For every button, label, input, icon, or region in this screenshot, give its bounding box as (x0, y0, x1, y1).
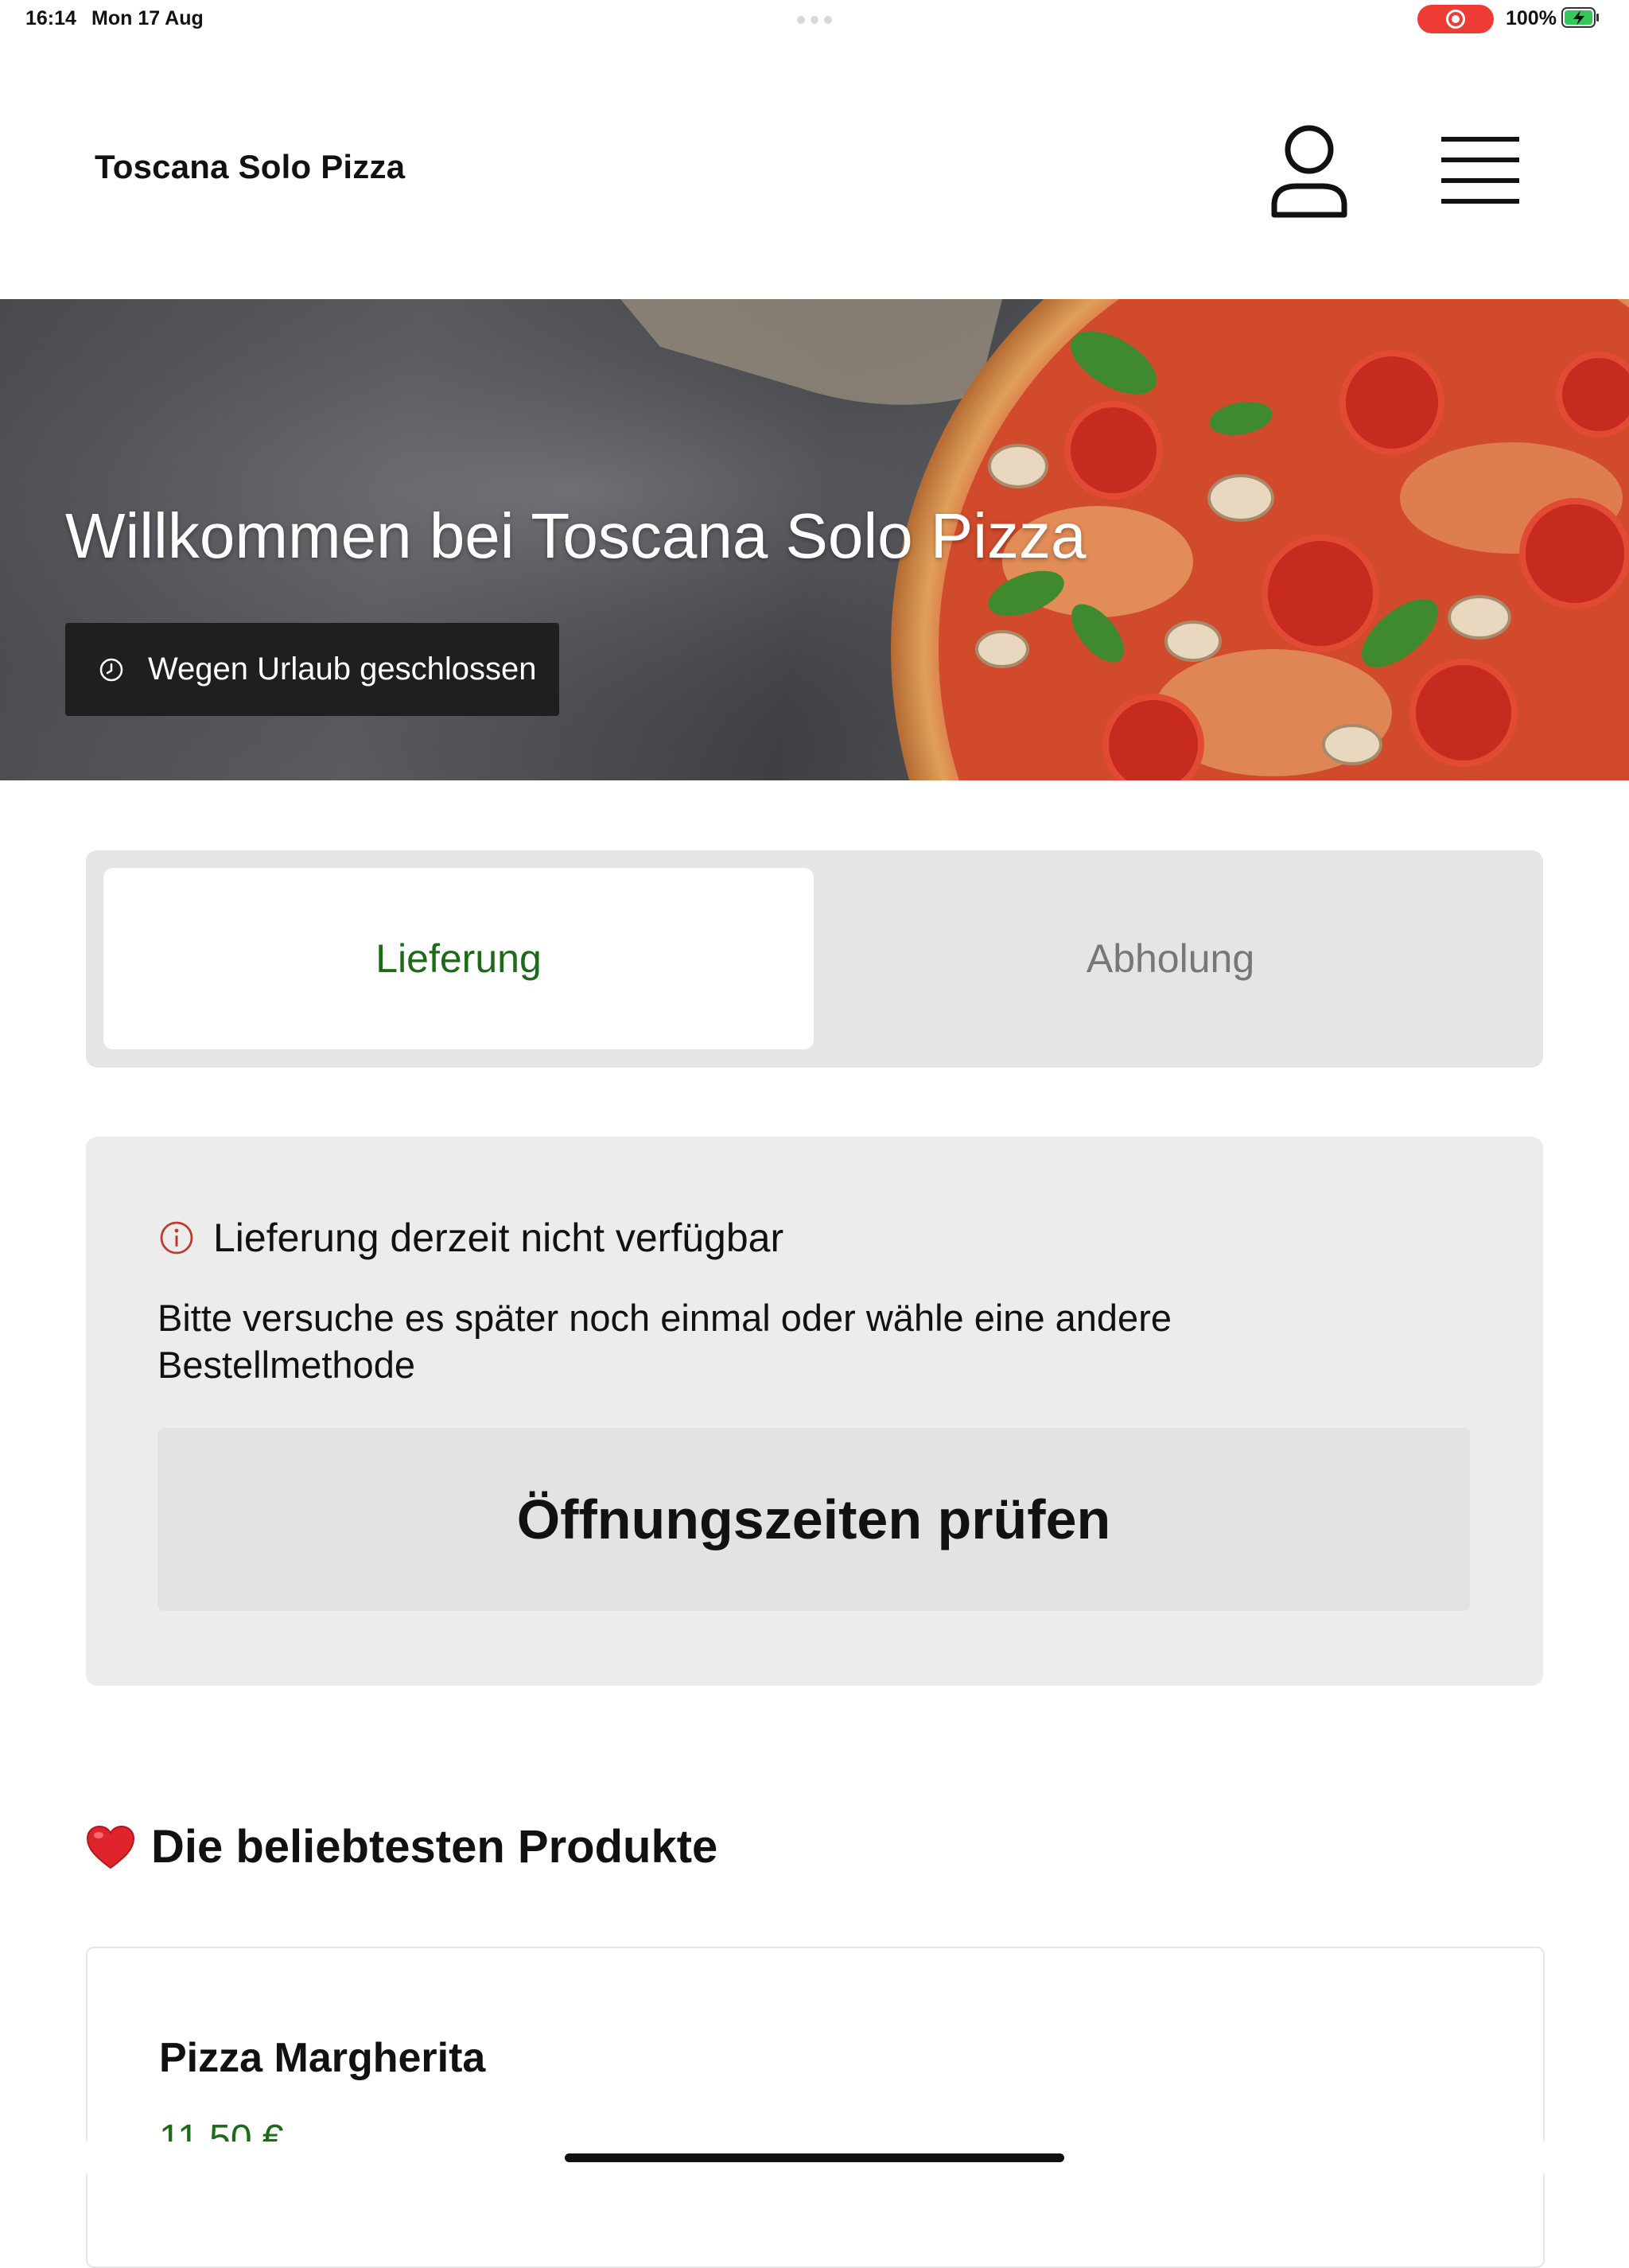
user-icon[interactable] (1266, 121, 1352, 220)
hero-title: Willkommen bei Toscana Solo Pizza (65, 500, 1087, 571)
status-badge: Wegen Urlaub geschlossen (65, 623, 559, 716)
brand-name[interactable]: Toscana Solo Pizza (95, 148, 405, 186)
notice-title: Lieferung derzeit nicht verfügbar (213, 1216, 784, 1260)
info-icon (160, 1221, 193, 1255)
check-opening-hours-button[interactable]: Öffnungszeiten prüfen (157, 1428, 1470, 1611)
site-header: Toscana Solo Pizza (0, 38, 1629, 299)
menu-icon[interactable] (1438, 127, 1522, 210)
tab-delivery[interactable]: Lieferung (103, 868, 814, 1049)
record-icon[interactable] (1417, 5, 1494, 33)
hero-banner: Willkommen bei Toscana Solo Pizza Wegen … (0, 299, 1629, 780)
popular-products-heading: Die beliebtesten Produkte (86, 1820, 717, 1873)
tab-pickup[interactable]: Abholung (815, 868, 1526, 1049)
home-indicator[interactable] (565, 2153, 1064, 2162)
delivery-unavailable-notice: Lieferung derzeit nicht verfügbar Bitte … (86, 1137, 1543, 1686)
product-card[interactable]: Pizza Margherita 11,50 € (86, 1947, 1545, 2268)
heart-icon (86, 1825, 135, 1869)
status-bar: 16:14 Mon 17 Aug 100% (0, 0, 1629, 38)
status-badge-label: Wegen Urlaub geschlossen (148, 652, 537, 687)
multitasking-handle[interactable] (797, 16, 832, 24)
notice-header: Lieferung derzeit nicht verfügbar (159, 1215, 783, 1261)
order-type-toggle: Lieferung Abholung (86, 850, 1543, 1068)
clock-icon (99, 658, 123, 681)
popular-heading-label: Die beliebtesten Produkte (151, 1821, 718, 1873)
product-name: Pizza Margherita (159, 2035, 486, 2081)
status-date: Mon 17 Aug (91, 7, 204, 29)
battery-icon (1561, 7, 1599, 28)
battery-percent: 100% (1506, 7, 1557, 29)
notice-text: Bitte versuche es später noch einmal ode… (157, 1297, 1172, 1386)
status-time: 16:14 (25, 7, 76, 29)
